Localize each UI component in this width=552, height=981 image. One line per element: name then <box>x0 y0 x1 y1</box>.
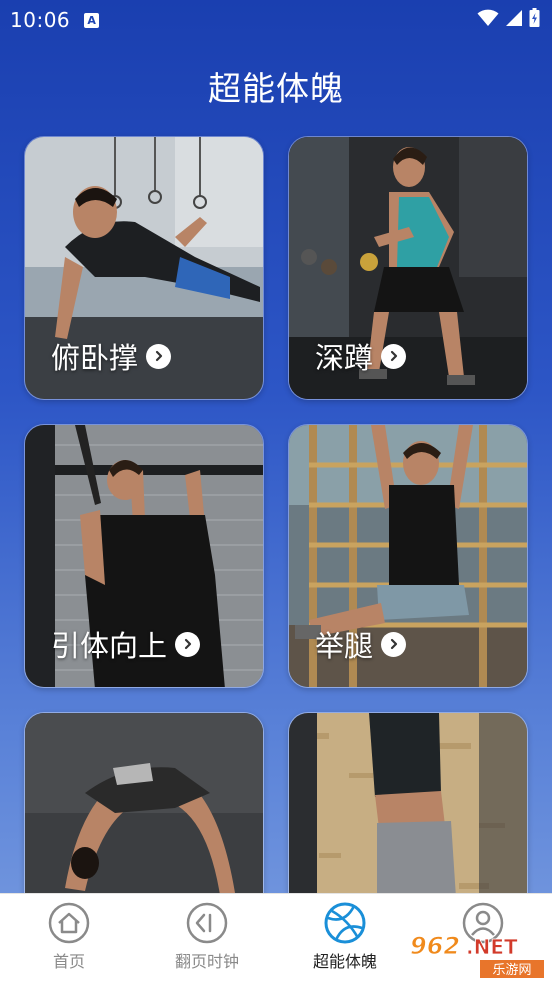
nav-super-physique[interactable]: 超能体魄 <box>276 894 414 981</box>
chevron-right-icon <box>381 631 407 657</box>
card-pullup-label: 引体向上 <box>51 623 201 665</box>
clock-back-icon <box>186 902 228 944</box>
card-pushup[interactable]: 俯卧撑 <box>24 136 264 400</box>
page-title: 超能体魄 <box>208 69 344 108</box>
nav-home-label: 首页 <box>52 952 85 971</box>
svg-text:.NET: .NET <box>466 935 518 959</box>
nav-home[interactable]: 首页 <box>0 894 138 981</box>
nav-flip-clock-label: 翻页时钟 <box>174 952 239 971</box>
card-legraise[interactable]: 举腿 <box>288 424 528 688</box>
battery-icon <box>529 8 540 27</box>
card-legraise-label: 举腿 <box>315 623 407 665</box>
chevron-right-icon <box>146 343 172 369</box>
nav-super-physique-label: 超能体魄 <box>312 952 377 971</box>
ball-icon <box>324 902 366 944</box>
chevron-right-icon <box>381 343 407 369</box>
status-bar: 10:06 A <box>0 0 552 40</box>
card-pullup[interactable]: 引体向上 <box>24 424 264 688</box>
notification-icon: A <box>84 12 100 28</box>
status-time: 10:06 <box>10 8 71 32</box>
card-squat-title: 深蹲 <box>315 341 374 375</box>
card-legraise-title: 举腿 <box>315 629 374 663</box>
nav-flip-clock[interactable]: 翻页时钟 <box>138 894 276 981</box>
status-indicators <box>477 8 540 27</box>
card-squat[interactable]: 深蹲 <box>288 136 528 400</box>
watermark-logo: 962 .NET 乐游网 <box>406 930 546 980</box>
chevron-right-icon <box>175 631 201 657</box>
svg-text:962: 962 <box>410 932 460 960</box>
card-pushup-title: 俯卧撑 <box>51 341 139 375</box>
signal-icon <box>506 9 522 26</box>
card-pushup-label: 俯卧撑 <box>51 335 172 377</box>
svg-text:乐游网: 乐游网 <box>492 963 531 978</box>
card-squat-label: 深蹲 <box>315 335 407 377</box>
home-icon <box>48 902 90 944</box>
wifi-icon <box>477 9 499 26</box>
card-pullup-title: 引体向上 <box>51 629 168 663</box>
